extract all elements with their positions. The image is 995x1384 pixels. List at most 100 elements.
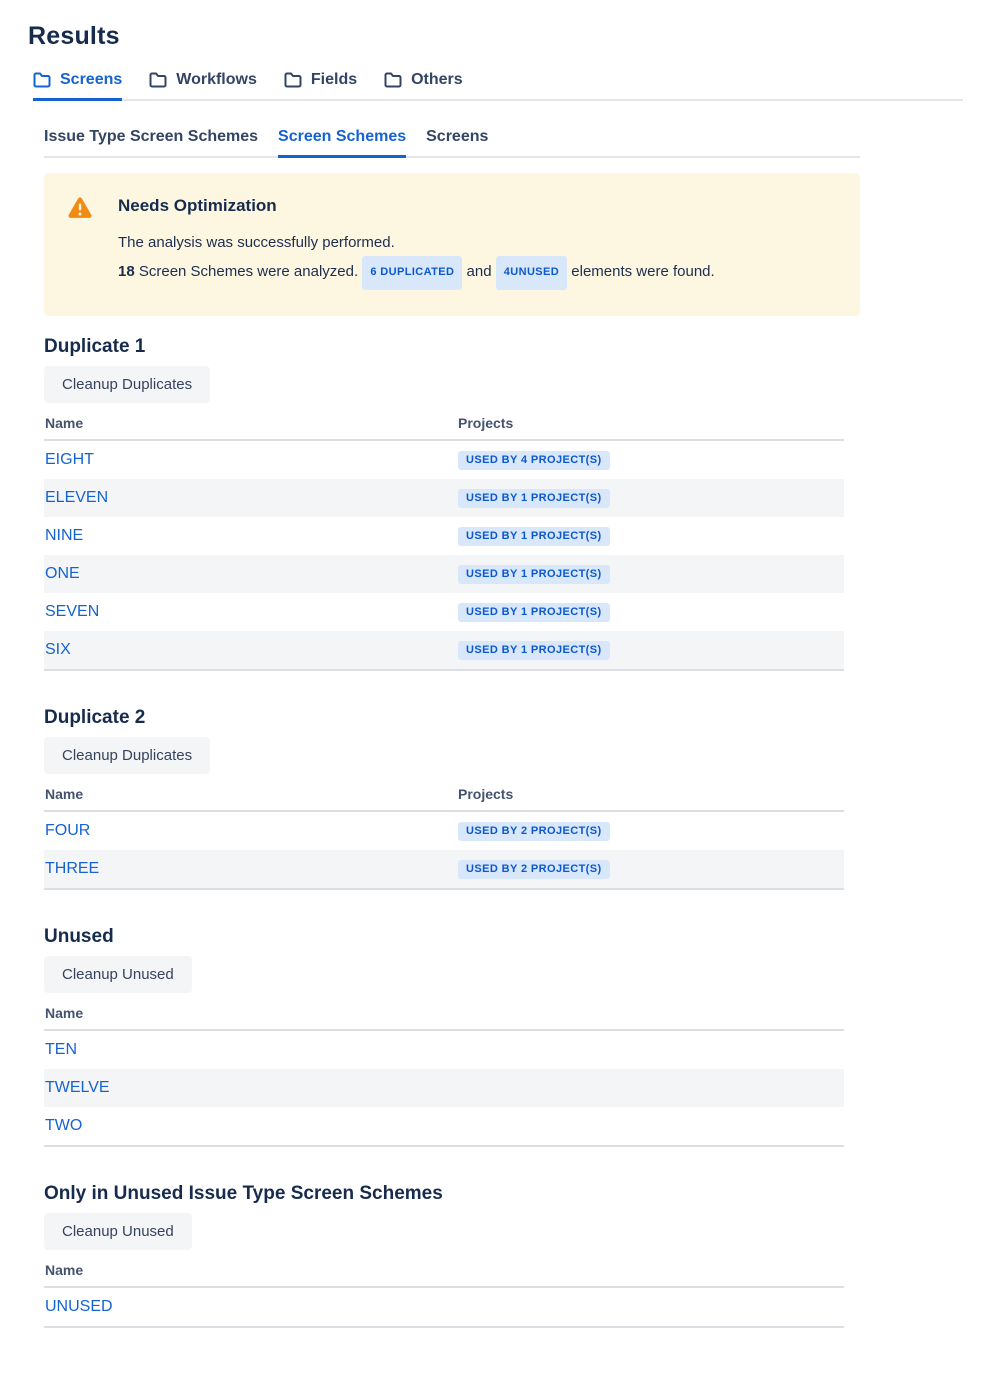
main-tab-bar: Screens Workflows Fields Others xyxy=(33,71,963,101)
tab-label: Screens xyxy=(60,71,122,89)
cleanup-button[interactable]: Cleanup Duplicates xyxy=(44,737,210,774)
used-by-badge: USED BY 2 PROJECT(S) xyxy=(458,822,610,841)
scheme-name-link[interactable]: EIGHT xyxy=(45,451,94,468)
used-by-badge: USED BY 4 PROJECT(S) xyxy=(458,451,610,470)
projects-cell: USED BY 1 PROJECT(S) xyxy=(458,489,610,508)
scheme-name-link[interactable]: TWELVE xyxy=(45,1079,110,1096)
section-duplicate-2: Duplicate 2 Cleanup Duplicates Name Proj… xyxy=(44,707,844,890)
table-row: SEVEN USED BY 1 PROJECT(S) xyxy=(44,593,844,631)
used-by-badge: USED BY 1 PROJECT(S) xyxy=(458,527,610,546)
result-sections: Duplicate 1 Cleanup Duplicates Name Proj… xyxy=(44,316,844,1328)
scheme-name-link[interactable]: THREE xyxy=(45,860,99,877)
table-header: Name Projects xyxy=(44,786,844,812)
tab-workflows[interactable]: Workflows xyxy=(149,71,257,101)
duplicated-badge: 6 DUPLICATED xyxy=(362,256,462,290)
name-cell: SIX xyxy=(44,641,458,659)
cleanup-button[interactable]: Cleanup Unused xyxy=(44,1213,192,1250)
scheme-name-link[interactable]: ELEVEN xyxy=(45,489,108,506)
column-header-name: Name xyxy=(44,1005,458,1021)
subtab-screens[interactable]: Screens xyxy=(426,128,488,158)
results-page: Results Screens Workflows Fields xyxy=(0,0,995,1384)
projects-cell: USED BY 4 PROJECT(S) xyxy=(458,451,610,470)
name-cell: THREE xyxy=(44,860,458,878)
used-by-badge: USED BY 1 PROJECT(S) xyxy=(458,565,610,584)
tab-label: Fields xyxy=(311,71,357,89)
section-title: Duplicate 1 xyxy=(44,336,844,358)
unused-badge: 4UNUSED xyxy=(496,256,567,290)
column-header-projects: Projects xyxy=(458,415,513,431)
table-rows: UNUSED xyxy=(44,1288,844,1328)
section-duplicate-1: Duplicate 1 Cleanup Duplicates Name Proj… xyxy=(44,336,844,671)
used-by-badge: USED BY 1 PROJECT(S) xyxy=(458,641,610,660)
table-header: Name xyxy=(44,1005,844,1031)
section-title: Unused xyxy=(44,926,844,948)
section-title: Only in Unused Issue Type Screen Schemes xyxy=(44,1183,844,1205)
scheme-name-link[interactable]: SIX xyxy=(45,641,71,658)
name-cell: ELEVEN xyxy=(44,489,458,507)
column-header-name: Name xyxy=(44,415,458,431)
used-by-badge: USED BY 1 PROJECT(S) xyxy=(458,489,610,508)
projects-cell: USED BY 1 PROJECT(S) xyxy=(458,641,610,660)
tab-label: Others xyxy=(411,71,463,89)
cleanup-button[interactable]: Cleanup Duplicates xyxy=(44,366,210,403)
scheme-name-link[interactable]: TWO xyxy=(45,1117,82,1134)
projects-cell: USED BY 1 PROJECT(S) xyxy=(458,565,610,584)
table-row: ELEVEN USED BY 1 PROJECT(S) xyxy=(44,479,844,517)
table-header: Name Projects xyxy=(44,415,844,441)
projects-cell: USED BY 2 PROJECT(S) xyxy=(458,860,610,879)
alert-body: Needs Optimization The analysis was succ… xyxy=(118,196,715,290)
name-cell: NINE xyxy=(44,527,458,545)
table-header: Name xyxy=(44,1262,844,1288)
projects-cell: USED BY 2 PROJECT(S) xyxy=(458,822,610,841)
scheme-name-link[interactable]: SEVEN xyxy=(45,603,99,620)
table-row: ONE USED BY 1 PROJECT(S) xyxy=(44,555,844,593)
table-row: EIGHT USED BY 4 PROJECT(S) xyxy=(44,441,844,479)
table-row: TWO xyxy=(44,1107,844,1145)
table-rows: EIGHT USED BY 4 PROJECT(S) ELEVEN USED B… xyxy=(44,441,844,671)
table-row: THREE USED BY 2 PROJECT(S) xyxy=(44,850,844,888)
needs-optimization-banner: Needs Optimization The analysis was succ… xyxy=(44,173,860,316)
scheme-name-link[interactable]: UNUSED xyxy=(45,1298,113,1315)
alert-text: Screen Schemes were analyzed. xyxy=(135,263,363,280)
alert-text: and xyxy=(462,263,495,280)
folder-icon xyxy=(284,72,302,88)
page-title: Results xyxy=(28,22,995,51)
table-row: UNUSED xyxy=(44,1288,844,1326)
folder-icon xyxy=(149,72,167,88)
name-cell: TEN xyxy=(44,1041,458,1059)
subtab-issue-type-screen-schemes[interactable]: Issue Type Screen Schemes xyxy=(44,128,258,158)
name-cell: SEVEN xyxy=(44,603,458,621)
tab-fields[interactable]: Fields xyxy=(284,71,357,101)
section-unused: Unused Cleanup Unused Name TEN TWELVE TW… xyxy=(44,926,844,1147)
scheme-name-link[interactable]: FOUR xyxy=(45,822,90,839)
cleanup-button[interactable]: Cleanup Unused xyxy=(44,956,192,993)
alert-line-2: 18 Screen Schemes were analyzed. 6 DUPLI… xyxy=(118,256,715,290)
name-cell: EIGHT xyxy=(44,451,458,469)
table-row: NINE USED BY 1 PROJECT(S) xyxy=(44,517,844,555)
table-row: TEN xyxy=(44,1031,844,1069)
warning-triangle-icon xyxy=(68,196,92,290)
alert-title: Needs Optimization xyxy=(118,196,715,216)
folder-icon xyxy=(384,72,402,88)
alert-line-1: The analysis was successfully performed. xyxy=(118,229,715,256)
name-cell: TWELVE xyxy=(44,1079,458,1097)
column-header-name: Name xyxy=(44,1262,458,1278)
table-row: TWELVE xyxy=(44,1069,844,1107)
scheme-name-link[interactable]: NINE xyxy=(45,527,83,544)
column-header-name: Name xyxy=(44,786,458,802)
tab-screens[interactable]: Screens xyxy=(33,71,122,101)
section-title: Duplicate 2 xyxy=(44,707,844,729)
name-cell: FOUR xyxy=(44,822,458,840)
subtab-screen-schemes[interactable]: Screen Schemes xyxy=(278,128,406,158)
used-by-badge: USED BY 1 PROJECT(S) xyxy=(458,603,610,622)
folder-icon xyxy=(33,72,51,88)
table-row: FOUR USED BY 2 PROJECT(S) xyxy=(44,812,844,850)
name-cell: TWO xyxy=(44,1117,458,1135)
table-rows: TEN TWELVE TWO xyxy=(44,1031,844,1147)
column-header-projects: Projects xyxy=(458,786,513,802)
scheme-name-link[interactable]: ONE xyxy=(45,565,80,582)
section-only-in-unused-issue-type-screen-schemes: Only in Unused Issue Type Screen Schemes… xyxy=(44,1183,844,1328)
scheme-name-link[interactable]: TEN xyxy=(45,1041,77,1058)
tab-others[interactable]: Others xyxy=(384,71,463,101)
table-rows: FOUR USED BY 2 PROJECT(S) THREE USED BY … xyxy=(44,812,844,890)
